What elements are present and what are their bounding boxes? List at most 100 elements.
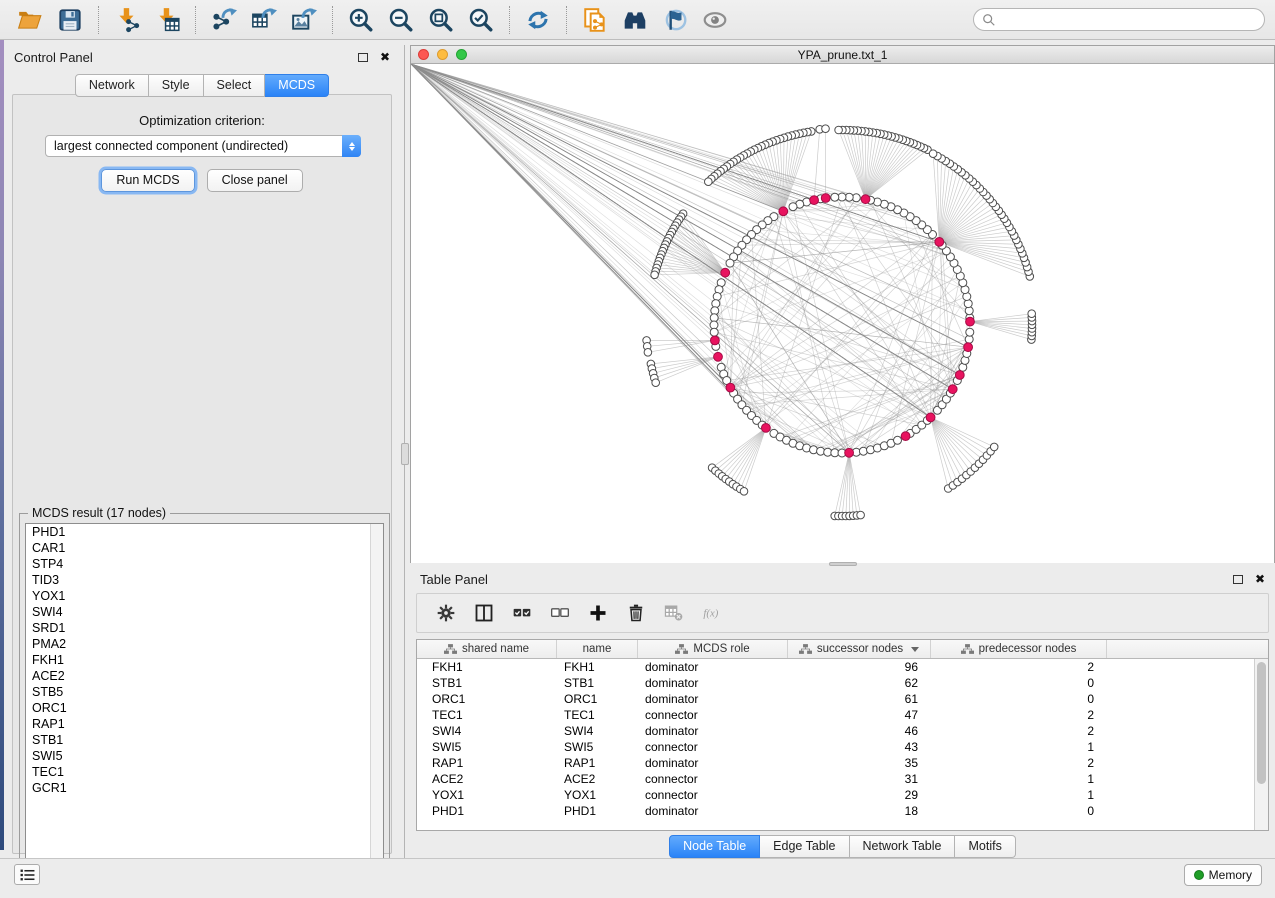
column-header-name[interactable]: name [557, 640, 638, 658]
refresh-icon [525, 7, 551, 33]
vertical-splitter[interactable] [400, 45, 410, 858]
refresh-button[interactable] [523, 5, 553, 35]
cell-pred: 2 [931, 707, 1107, 723]
result-node-item[interactable]: ORC1 [26, 700, 383, 716]
cell-pred: 1 [931, 739, 1107, 755]
export-network-button[interactable] [209, 5, 239, 35]
network-window-titlebar[interactable]: YPA_prune.txt_1 [411, 46, 1274, 64]
splitter-grip[interactable] [401, 443, 409, 465]
columns-button[interactable] [469, 600, 499, 626]
table-row[interactable]: PHD1PHD1dominator180 [417, 803, 1254, 819]
table-row[interactable]: SWI4SWI4dominator462 [417, 723, 1254, 739]
tab-mcds[interactable]: MCDS [265, 74, 329, 97]
table-row[interactable]: FKH1FKH1dominator962 [417, 659, 1254, 675]
column-header-MCDS-role[interactable]: MCDS role [638, 640, 788, 658]
table-row[interactable]: RAP1RAP1dominator352 [417, 755, 1254, 771]
add-button[interactable] [583, 600, 613, 626]
criterion-dropdown[interactable]: largest connected component (undirected) [45, 135, 361, 157]
result-node-item[interactable]: PMA2 [26, 636, 383, 652]
binoculars-button[interactable] [620, 5, 650, 35]
function-button[interactable]: f(x) [697, 600, 727, 626]
result-node-item[interactable]: FKH1 [26, 652, 383, 668]
save-button[interactable] [55, 5, 85, 35]
column-header-successor-nodes[interactable]: successor nodes [788, 640, 931, 658]
deselect-all-button[interactable] [545, 600, 575, 626]
table-row[interactable]: TEC1TEC1connector472 [417, 707, 1254, 723]
eye-button[interactable] [700, 5, 730, 35]
horizontal-splitter-grip[interactable] [829, 562, 857, 566]
table-toolbar: f(x) [416, 593, 1269, 633]
float-panel-icon[interactable] [358, 53, 368, 62]
result-node-item[interactable]: YOX1 [26, 588, 383, 604]
tab-network[interactable]: Network [75, 74, 149, 97]
export-image-button[interactable] [289, 5, 319, 35]
zoom-selected-button[interactable] [466, 5, 496, 35]
tab-edge-table[interactable]: Edge Table [760, 835, 849, 858]
mcds-tab-content: Optimization criterion: largest connecte… [12, 94, 392, 854]
clone-network-button[interactable] [580, 5, 610, 35]
zoom-out-button[interactable] [386, 5, 416, 35]
result-node-item[interactable]: GCR1 [26, 780, 383, 796]
tab-select[interactable]: Select [204, 74, 266, 97]
run-mcds-button[interactable]: Run MCDS [101, 169, 194, 192]
gear-button[interactable] [431, 600, 461, 626]
export-image-icon [291, 7, 317, 33]
task-history-button[interactable] [14, 864, 40, 885]
table-scrollbar-thumb[interactable] [1257, 662, 1266, 784]
cell-pred: 0 [931, 803, 1107, 819]
float-panel-icon[interactable] [1233, 575, 1243, 584]
network-canvas[interactable] [411, 64, 1274, 563]
import-table-button[interactable] [152, 5, 182, 35]
import-network-button[interactable] [112, 5, 142, 35]
search-input[interactable] [1002, 13, 1256, 27]
open-folder-button[interactable] [15, 5, 45, 35]
result-node-item[interactable]: ACE2 [26, 668, 383, 684]
export-table-button[interactable] [249, 5, 279, 35]
result-list-scrollbar[interactable] [370, 524, 383, 877]
memory-button[interactable]: Memory [1184, 864, 1262, 886]
result-node-item[interactable]: STB5 [26, 684, 383, 700]
delete-table-button[interactable] [659, 600, 689, 626]
search-icon [982, 13, 996, 27]
result-node-item[interactable]: TID3 [26, 572, 383, 588]
result-node-item[interactable]: CAR1 [26, 540, 383, 556]
result-node-item[interactable]: RAP1 [26, 716, 383, 732]
result-node-item[interactable]: SWI4 [26, 604, 383, 620]
result-node-item[interactable]: SRD1 [26, 620, 383, 636]
flag-button[interactable] [660, 5, 690, 35]
result-node-item[interactable]: STB1 [26, 732, 383, 748]
zoom-in-button[interactable] [346, 5, 376, 35]
close-panel-icon[interactable]: ✖ [380, 52, 390, 62]
export-table-icon [251, 7, 277, 33]
control-panel-header: Control Panel ✖ [4, 45, 400, 69]
cell-succ: 96 [788, 659, 931, 675]
close-panel-icon[interactable]: ✖ [1255, 574, 1265, 584]
tab-node-table[interactable]: Node Table [669, 835, 760, 858]
cell-name: YOX1 [557, 787, 638, 803]
tab-motifs[interactable]: Motifs [955, 835, 1015, 858]
table-row[interactable]: ACE2ACE2connector311 [417, 771, 1254, 787]
network-window-title: YPA_prune.txt_1 [411, 48, 1274, 62]
table-row[interactable]: YOX1YOX1connector291 [417, 787, 1254, 803]
cell-role: dominator [638, 803, 788, 819]
select-all-button[interactable] [507, 600, 537, 626]
result-node-item[interactable]: PHD1 [26, 524, 383, 540]
tab-style[interactable]: Style [149, 74, 204, 97]
result-node-item[interactable]: TEC1 [26, 764, 383, 780]
close-panel-button[interactable]: Close panel [207, 169, 303, 192]
table-scrollbar[interactable] [1254, 659, 1268, 830]
table-row[interactable]: STB1STB1dominator620 [417, 675, 1254, 691]
column-header-predecessor-nodes[interactable]: predecessor nodes [931, 640, 1107, 658]
network-search[interactable] [973, 8, 1265, 31]
table-row[interactable]: SWI5SWI5connector431 [417, 739, 1254, 755]
trash-button[interactable] [621, 600, 651, 626]
tab-network-table[interactable]: Network Table [850, 835, 956, 858]
result-node-item[interactable]: STP4 [26, 556, 383, 572]
zoom-fit-button[interactable] [426, 5, 456, 35]
cell-succ: 47 [788, 707, 931, 723]
cell-shared: SWI5 [417, 739, 557, 755]
table-row[interactable]: ORC1ORC1dominator610 [417, 691, 1254, 707]
cell-name: RAP1 [557, 755, 638, 771]
result-node-item[interactable]: SWI5 [26, 748, 383, 764]
column-header-shared-name[interactable]: shared name [417, 640, 557, 658]
